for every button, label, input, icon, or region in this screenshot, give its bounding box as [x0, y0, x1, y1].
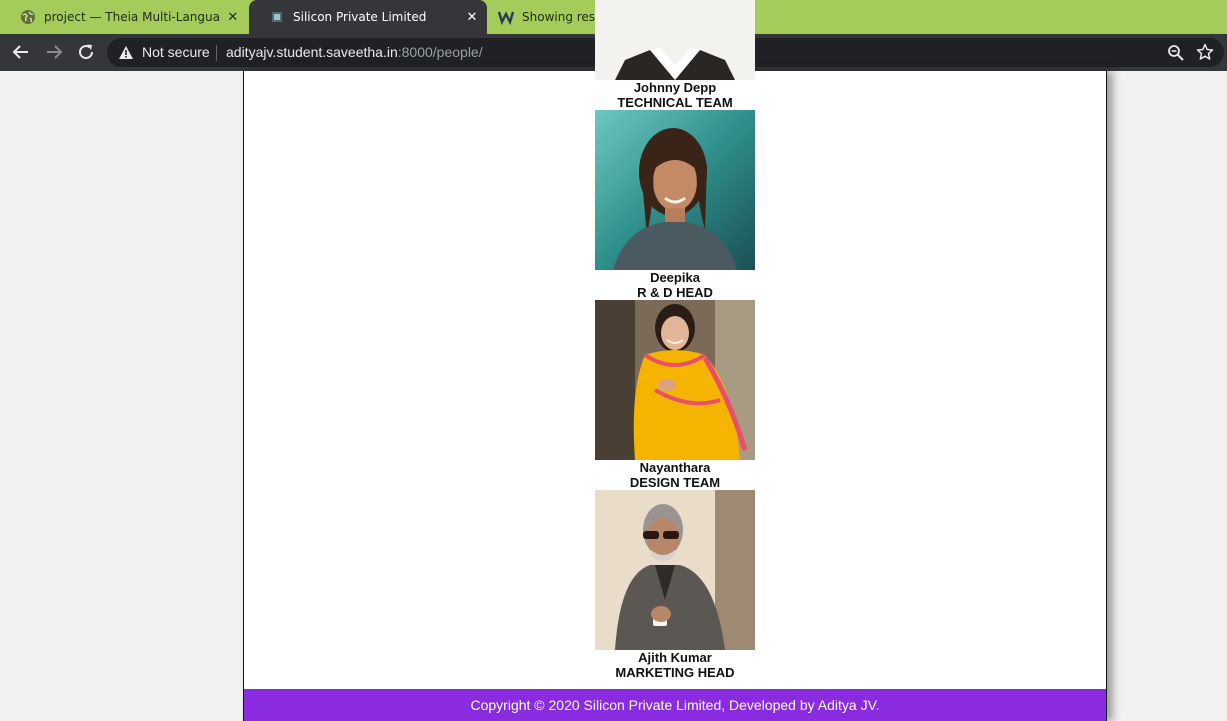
person-card: Nayanthara DESIGN TEAM [595, 300, 755, 490]
person-role: TECHNICAL TEAM [617, 95, 733, 110]
close-tab-icon[interactable]: ✕ [463, 8, 481, 26]
url-text[interactable]: adityajv.student.saveetha.in:8000/people… [226, 44, 483, 60]
person-name: Nayanthara [639, 460, 711, 475]
person-name: Johnny Depp [633, 80, 717, 95]
person-photo [595, 490, 755, 650]
zoom-magnifier-icon[interactable] [1167, 44, 1184, 61]
site-favicon-icon [269, 9, 285, 25]
person-card: Johnny Depp TECHNICAL TEAM [595, 0, 755, 110]
close-tab-icon[interactable]: ✕ [225, 8, 241, 26]
person-role: DESIGN TEAM [629, 475, 721, 490]
person-photo [595, 110, 755, 270]
person-name: Deepika [650, 270, 700, 285]
site-footer: Copyright © 2020 Silicon Private Limited… [244, 689, 1106, 721]
person-photo [595, 300, 755, 460]
security-label[interactable]: Not secure [142, 44, 210, 60]
person-role: MARKETING HEAD [615, 665, 735, 680]
back-arrow-icon[interactable] [9, 40, 33, 64]
reload-icon[interactable] [74, 40, 98, 64]
page-viewport: Johnny Depp TECHNICAL TEAM Deepika R & D… [0, 0, 1227, 721]
tab-title: project — Theia Multi-Language [44, 10, 219, 24]
page-container: Johnny Depp TECHNICAL TEAM Deepika R & D… [243, 0, 1107, 721]
url-path: :8000/people/ [397, 44, 483, 60]
tab-theia[interactable]: project — Theia Multi-Language ✕ [0, 0, 247, 34]
tab-silicon[interactable]: Silicon Private Limited ✕ [249, 0, 487, 34]
person-name: Ajith Kumar [638, 650, 712, 665]
tab-title: Silicon Private Limited [293, 10, 427, 24]
warning-icon[interactable] [118, 45, 134, 60]
url-host: adityajv.student.saveetha.in [226, 44, 398, 60]
omnibox-divider [216, 45, 217, 61]
forward-arrow-icon[interactable] [42, 40, 66, 64]
bookmark-star-icon[interactable] [1196, 43, 1214, 61]
person-photo [595, 0, 755, 80]
person-role: R & D HEAD [637, 285, 713, 300]
person-card: Deepika R & D HEAD [595, 110, 755, 300]
site-favicon-icon [498, 9, 514, 25]
person-card: Ajith Kumar MARKETING HEAD [595, 490, 755, 680]
globe-icon [20, 9, 36, 25]
